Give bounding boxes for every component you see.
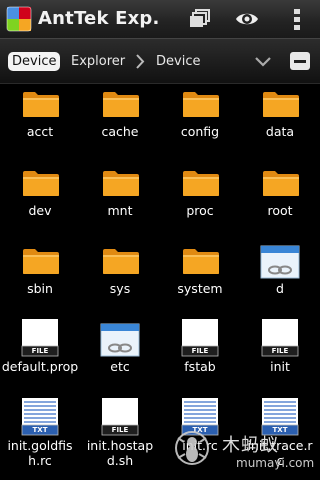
minus-icon (294, 60, 306, 63)
grid-item-label: init (270, 359, 290, 374)
grid-item-label: system (177, 281, 223, 296)
grid-item-label: init.hostapd.sh (86, 438, 154, 468)
folder-icon (22, 247, 60, 275)
file-type-badge: FILE (271, 347, 289, 355)
breadcrumb-device-active[interactable]: Device (8, 52, 61, 71)
grid-item-file[interactable]: FILE init.hostapd.sh (80, 398, 160, 476)
grid-item-label: sys (109, 281, 131, 296)
watermark-ant-logo (175, 431, 209, 465)
folder-icon (22, 90, 60, 118)
grid-item-folder[interactable]: acct (0, 84, 80, 162)
file-type-badge: FILE (191, 347, 209, 355)
grid-item-label: root (267, 203, 293, 218)
grid-item-label: etc (110, 359, 130, 374)
grid-item-folder[interactable]: system (160, 241, 240, 319)
grid-item-folder[interactable]: sbin (0, 241, 80, 319)
folder-icon (182, 247, 220, 275)
grid-item-folder[interactable]: dev (0, 163, 80, 241)
grid-item-link[interactable]: d (240, 241, 320, 319)
grid-item-file[interactable]: FILE fstab (160, 319, 240, 397)
title-bar: AntTek Exp. (0, 0, 320, 39)
windows-icon[interactable] (188, 7, 212, 31)
folder-icon (102, 90, 140, 118)
grid-item-label: acct (26, 124, 54, 139)
grid-item-label: init.goldfish.rc (7, 438, 73, 468)
file-type-badge: FILE (111, 426, 129, 434)
chevron-down-icon[interactable] (254, 56, 272, 68)
chevron-right-icon (136, 54, 145, 69)
folder-icon (102, 169, 140, 197)
grid-item-label: data (265, 124, 295, 139)
grid-item-label: dev (28, 203, 52, 218)
collapse-button[interactable] (290, 52, 310, 70)
folder-icon (262, 169, 300, 197)
grid-item-txt[interactable]: TXT init.goldfish.rc (0, 398, 80, 476)
watermark-text: 木蚂蚁 (222, 435, 279, 456)
grid-item-folder[interactable]: root (240, 163, 320, 241)
grid-item-label: default.prop (1, 359, 79, 374)
grid-item-folder[interactable]: config (160, 84, 240, 162)
grid-item-label: cache (101, 124, 139, 139)
grid-item-link[interactable]: etc (80, 319, 160, 397)
grid-item-label: config (180, 124, 220, 139)
folder-icon (182, 169, 220, 197)
folder-icon (182, 90, 220, 118)
grid-item-folder[interactable]: proc (160, 163, 240, 241)
breadcrumb: Device Explorer Device (0, 39, 320, 84)
file-type-badge: FILE (31, 347, 49, 355)
file-type-badge: TXT (32, 426, 48, 434)
grid-item-label: mnt (107, 203, 133, 218)
app-logo-icon[interactable] (6, 6, 32, 32)
grid-item-folder[interactable]: sys (80, 241, 160, 319)
folder-icon (102, 247, 140, 275)
grid-item-label: fstab (184, 359, 216, 374)
file-grid: acct cache config data dev mnt proc root sbin sys… (0, 84, 320, 480)
grid-item-label: proc (186, 203, 214, 218)
eye-icon[interactable] (235, 7, 259, 31)
folder-icon (262, 90, 300, 118)
overflow-menu-icon[interactable] (285, 7, 309, 31)
watermark-domain: mumayi.com (236, 456, 315, 470)
breadcrumb-device[interactable]: Device (156, 52, 200, 71)
folder-icon (22, 169, 60, 197)
grid-item-folder[interactable]: cache (80, 84, 160, 162)
breadcrumb-explorer[interactable]: Explorer (71, 52, 125, 71)
link-icon (260, 245, 300, 281)
grid-item-file[interactable]: FILE init (240, 319, 320, 397)
grid-item-label: d (276, 281, 284, 296)
grid-item-file[interactable]: FILE default.prop (0, 319, 80, 397)
grid-item-folder[interactable]: mnt (80, 163, 160, 241)
grid-item-label: sbin (27, 281, 53, 296)
grid-item-folder[interactable]: data (240, 84, 320, 162)
link-icon (100, 323, 140, 359)
app-title: AntTek Exp. (38, 8, 160, 29)
